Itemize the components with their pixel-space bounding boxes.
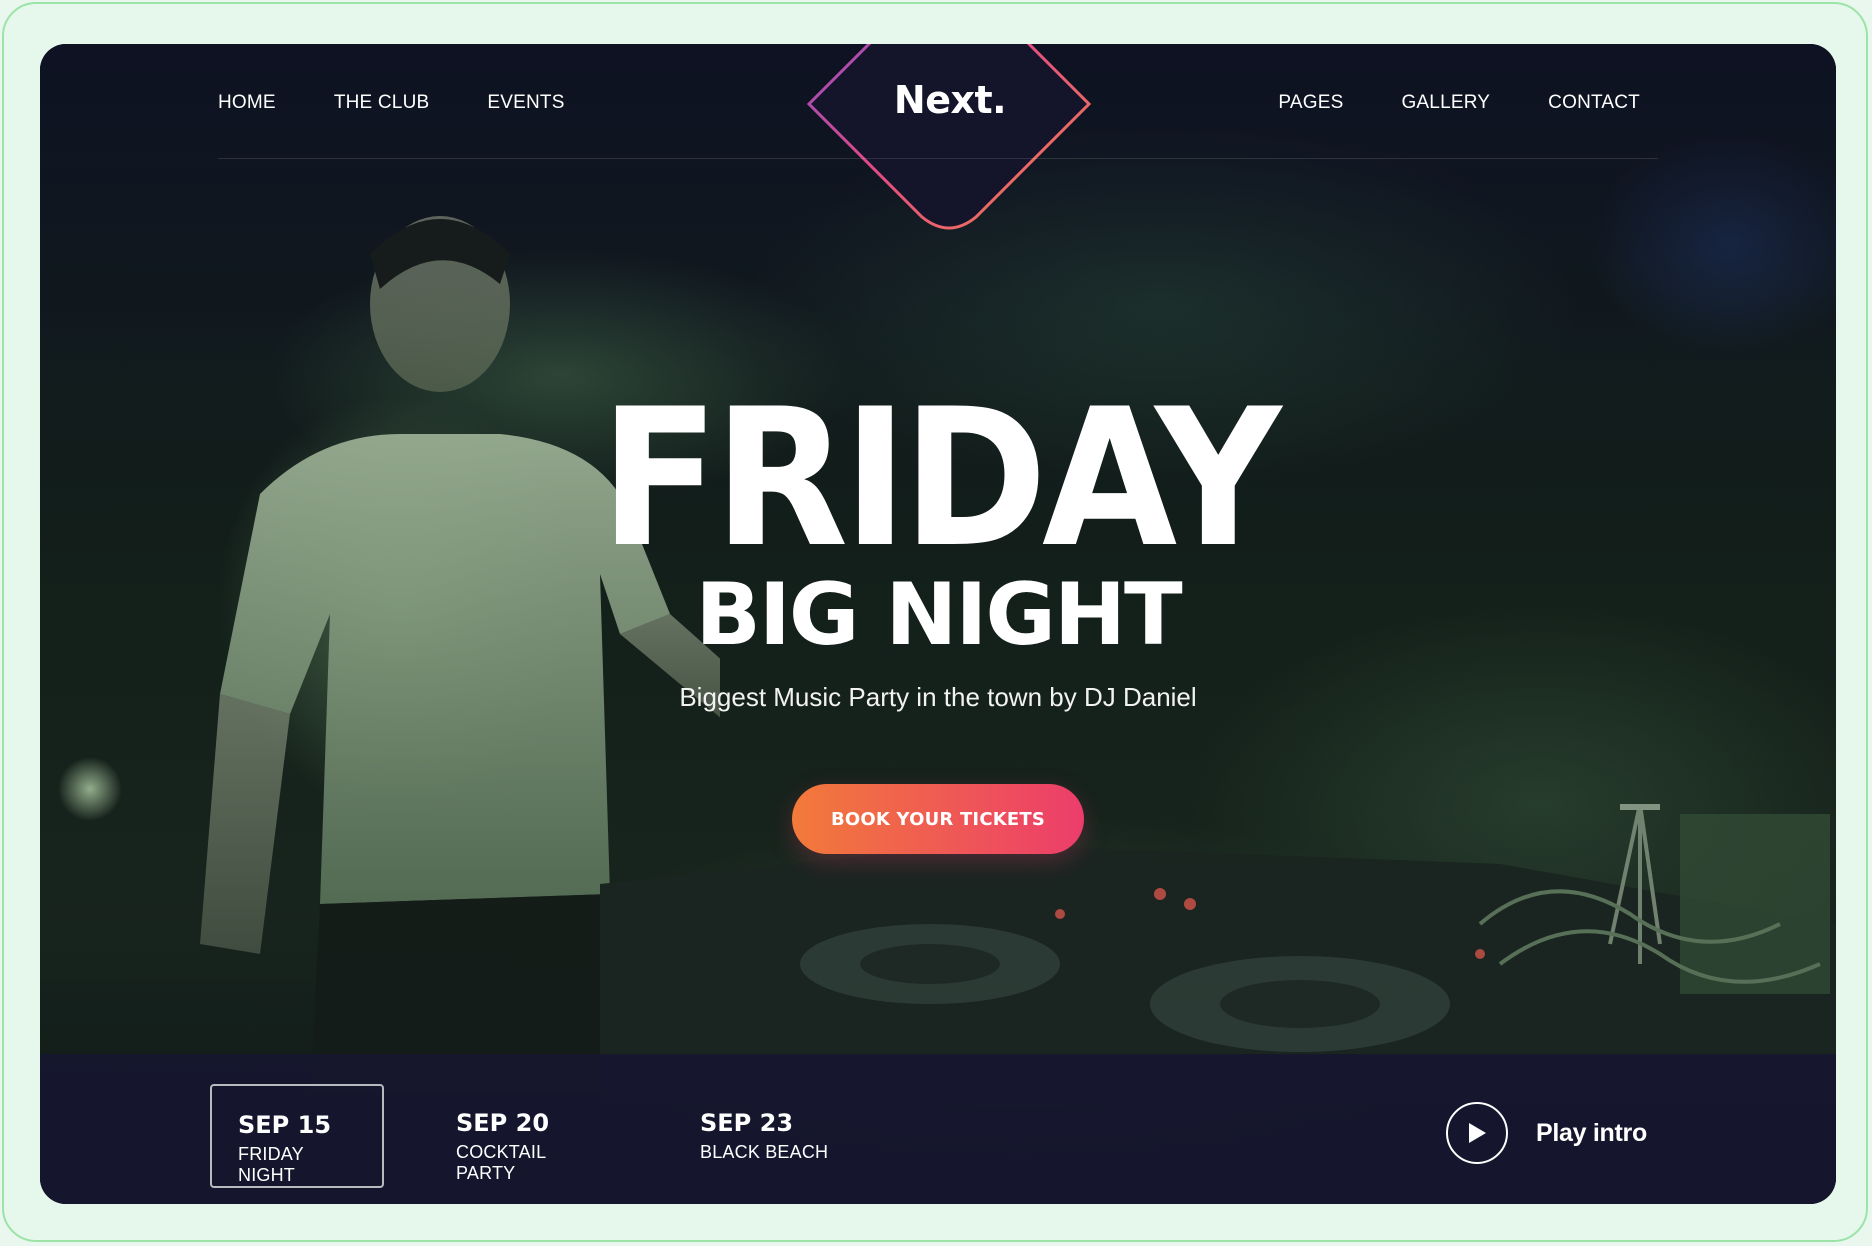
hero-tagline: Biggest Music Party in the town by DJ Da… <box>679 682 1197 712</box>
event-name: FRIDAY NIGHT <box>238 1144 304 1186</box>
event-item-sep-15[interactable]: SEP 15 FRIDAY NIGHT <box>210 1084 384 1188</box>
event-date: SEP 20 <box>456 1109 550 1137</box>
event-item-sep-20[interactable]: SEP 20 COCKTAIL PARTY <box>430 1084 630 1188</box>
nav-link-events[interactable]: EVENTS <box>487 92 564 114</box>
nav-link-home[interactable]: HOME <box>218 92 276 114</box>
top-navigation: HOME THE CLUB EVENTS Next. PAGES GALLERY… <box>40 44 1836 230</box>
event-name: BLACK BEACH <box>700 1142 829 1163</box>
logo-diamond-frame <box>806 44 1092 230</box>
event-name: COCKTAIL PARTY <box>456 1142 546 1184</box>
nav-divider <box>218 158 1658 159</box>
event-date: SEP 15 <box>238 1111 332 1139</box>
event-date: SEP 23 <box>700 1109 794 1137</box>
book-tickets-button[interactable]: BOOK YOUR TICKETS <box>792 784 1084 854</box>
nav-link-contact[interactable]: CONTACT <box>1548 92 1640 114</box>
nav-link-the-club[interactable]: THE CLUB <box>334 92 430 114</box>
nav-right-group: PAGES GALLERY CONTACT <box>1278 92 1640 114</box>
nav-link-gallery[interactable]: GALLERY <box>1401 92 1490 114</box>
website-preview: HOME THE CLUB EVENTS Next. PAGES GALLERY… <box>40 44 1836 1204</box>
event-bar: SEP 15 FRIDAY NIGHT SEP 20 COCKTAIL PART… <box>40 1054 1836 1204</box>
nav-left-group: HOME THE CLUB EVENTS <box>218 92 565 114</box>
logo[interactable]: Next. <box>890 78 1010 122</box>
hero-subtitle: BIG NIGHT <box>695 565 1182 665</box>
play-intro-button[interactable]: Play intro <box>1446 1102 1647 1164</box>
play-intro-label: Play intro <box>1536 1118 1647 1147</box>
event-item-sep-23[interactable]: SEP 23 BLACK BEACH <box>674 1084 874 1188</box>
nav-link-pages[interactable]: PAGES <box>1278 92 1343 114</box>
hero-title: FRIDAY <box>599 368 1282 589</box>
play-icon[interactable] <box>1446 1102 1508 1164</box>
